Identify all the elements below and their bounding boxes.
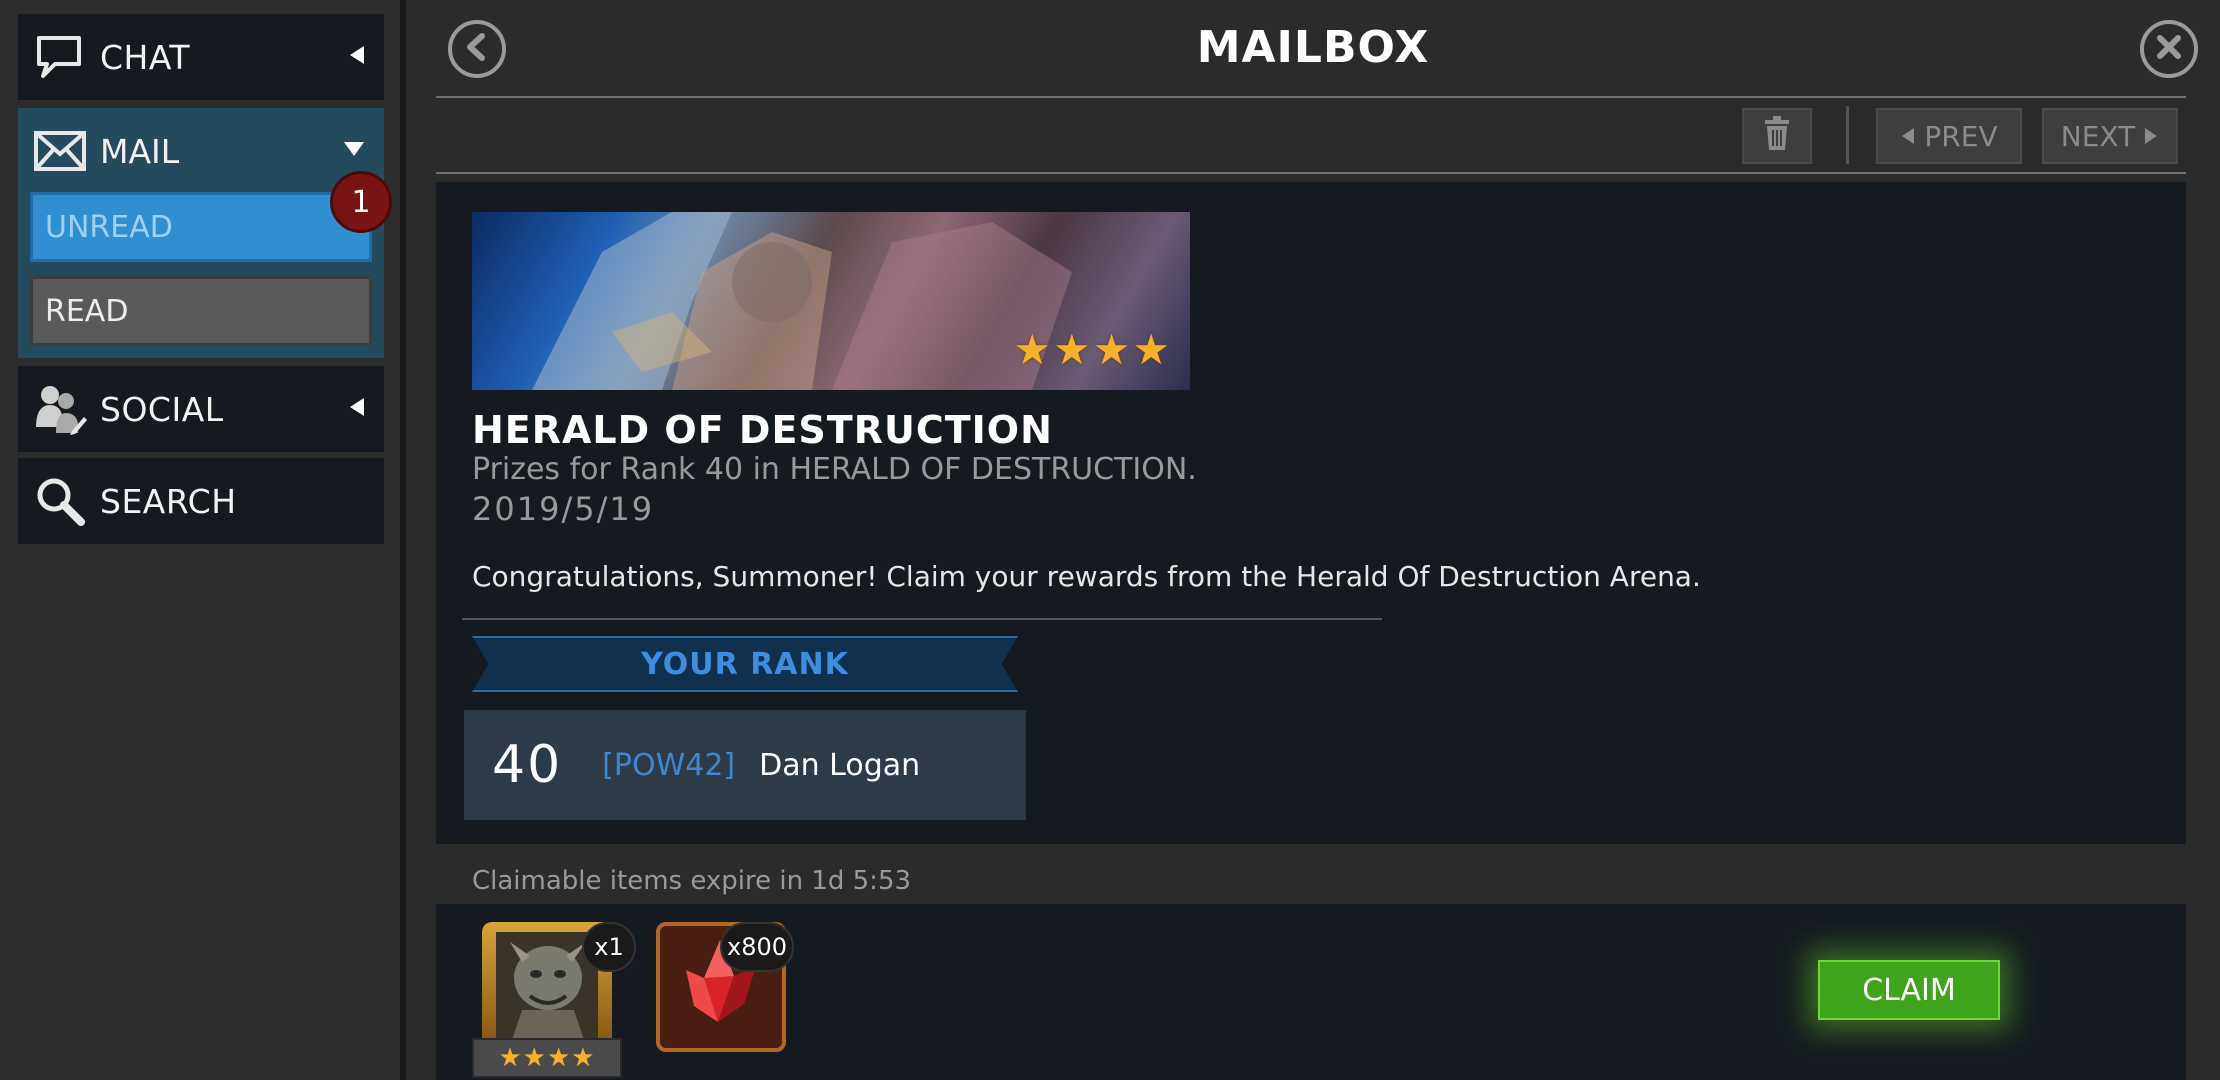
read-filter-button[interactable]: READ [30,276,372,346]
social-icon [32,381,88,437]
read-label: READ [45,293,129,329]
chevron-down-icon [342,140,366,162]
reward-stars: ★★★★ [472,1038,622,1078]
next-arrow-icon [2143,120,2159,153]
trash-icon [1763,115,1791,157]
reward-count: x1 [582,922,636,972]
search-icon [32,473,88,529]
unread-label: UNREAD [45,209,173,245]
rank-number: 40 [492,735,563,795]
mail-banner-image: ★★★★ [472,212,1190,390]
sidebar-item-search[interactable]: SEARCH [18,458,384,544]
sidebar: CHAT MAIL UNREAD READ 1 SOCIAL SEARCH [0,0,400,1080]
sidebar-item-chat[interactable]: CHAT [18,14,384,100]
toolbar-divider [436,172,2186,174]
sidebar-item-label: SOCIAL [100,389,224,429]
envelope-icon [32,123,88,179]
claim-button[interactable]: CLAIM [1818,960,2000,1020]
close-button[interactable] [2140,20,2198,78]
next-button[interactable]: NEXT [2042,108,2178,164]
chevron-left-icon [348,396,366,422]
delete-button[interactable] [1742,108,1812,164]
mail-title: HERALD OF DESTRUCTION [472,408,1053,452]
rank-row: 40 [POW42] Dan Logan [464,710,1026,820]
unread-filter-button[interactable]: UNREAD [30,192,372,262]
player-name: Dan Logan [759,747,921,783]
next-label: NEXT [2060,119,2136,153]
reward-count: x800 [720,922,794,972]
sidebar-item-label: SEARCH [100,481,237,521]
mail-body: Congratulations, Summoner! Claim your re… [472,560,1701,593]
alliance-tag: [POW42] [602,747,736,783]
rewards-panel: ★★★★ x1 x800 CLAIM [436,904,2186,1080]
prev-label: PREV [1924,119,1998,153]
body-divider [462,618,1382,620]
mail-subtitle: Prizes for Rank 40 in HERALD OF DESTRUCT… [472,452,1197,487]
close-icon [2154,32,2184,66]
mail-group: MAIL UNREAD READ [18,108,384,358]
sidebar-item-mail[interactable]: MAIL [18,108,384,194]
unread-count-badge: 1 [330,171,392,233]
prev-arrow-icon [1900,120,1916,153]
sidebar-item-social[interactable]: SOCIAL [18,366,384,452]
mail-content-panel: ★★★★ HERALD OF DESTRUCTION Prizes for Ra… [436,182,2186,844]
mailbox-main: MAILBOX PREV NEXT ★★★★ HERALD OF DESTRUC… [406,0,2220,1080]
expire-notice: Claimable items expire in 1d 5:53 [472,866,912,896]
chevron-left-icon [348,44,366,70]
reward-item-champion[interactable]: ★★★★ x1 [472,922,636,1078]
chat-icon [32,29,88,85]
header-divider [436,96,2186,98]
prev-button[interactable]: PREV [1876,108,2022,164]
sidebar-item-label: CHAT [100,37,191,77]
page-title: MAILBOX [1196,22,1430,73]
reward-item-crystal[interactable]: x800 [656,922,816,1054]
sidebar-item-label: MAIL [100,131,180,171]
mail-date: 2019/5/19 [472,490,655,528]
toolbar-separator [1846,106,1849,164]
rank-header: YOUR RANK [472,636,1018,692]
rarity-stars: ★★★★ [1013,325,1172,374]
